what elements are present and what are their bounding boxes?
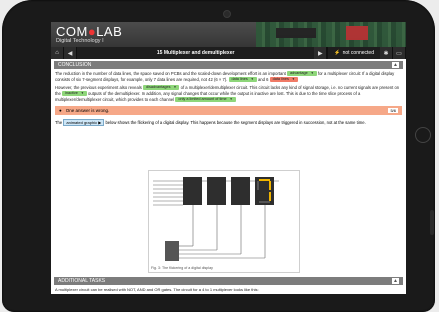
seven-segment-4 bbox=[255, 177, 274, 205]
app-screen: COM●LAB Digital Technology I ⌂ ◀ 15 Mult… bbox=[51, 22, 406, 294]
figure-caption: Fig. 3: The flickering of a digital disp… bbox=[151, 266, 213, 270]
connection-status[interactable]: ⚡ not connected bbox=[327, 47, 380, 59]
additional-tasks-text: A multiplexer circuit can be realised wi… bbox=[55, 287, 259, 292]
camera-icon bbox=[223, 10, 231, 18]
side-button[interactable] bbox=[430, 210, 434, 235]
chevron-down-icon: ▼ bbox=[250, 77, 254, 82]
settings-icon[interactable]: ✱ bbox=[380, 47, 393, 59]
app-logo: COM●LAB bbox=[56, 24, 123, 39]
folder-icon[interactable]: ▭ bbox=[393, 47, 406, 59]
figure-digital-display: Fig. 3: The flickering of a digital disp… bbox=[148, 170, 300, 273]
nav-bar: ⌂ ◀ 15 Multiplexer and demultiplexer ▶ ⚡… bbox=[51, 47, 406, 59]
dropdown-advantage[interactable]: advantage ▼ bbox=[287, 71, 317, 77]
paragraph: The reduction in the number of data line… bbox=[55, 71, 395, 83]
decoder-chip bbox=[165, 241, 179, 261]
dropdown-data-lines-1[interactable]: data lines ▼ bbox=[228, 77, 257, 83]
chevron-down-icon: ▼ bbox=[173, 85, 177, 90]
additional-tasks-header[interactable]: ADDITIONAL TASKS ▲ bbox=[54, 277, 403, 285]
chevron-down-icon: ▼ bbox=[229, 97, 233, 102]
warning-icon: ● bbox=[59, 108, 62, 113]
dropdown-disadvantages[interactable]: disadvantages ▼ bbox=[143, 85, 180, 91]
feedback-banner: ● One answer is wrong. 5/6 bbox=[55, 106, 402, 115]
back-icon[interactable]: ◀ bbox=[64, 47, 77, 59]
dropdown-limited-time[interactable]: only a limited amount of time ▼ bbox=[175, 97, 236, 103]
seven-segment-1 bbox=[183, 177, 202, 205]
app-subtitle: Digital Technology I bbox=[56, 38, 104, 44]
chevron-down-icon: ▼ bbox=[80, 91, 84, 96]
conclusion-header[interactable]: CONCLUSION ▲ bbox=[54, 61, 403, 69]
collapse-icon[interactable]: ▲ bbox=[392, 62, 399, 68]
chevron-down-icon: ▼ bbox=[310, 71, 314, 76]
answer-count: 5/6 bbox=[388, 108, 398, 113]
plug-icon: ⚡ bbox=[334, 50, 341, 56]
seven-segment-3 bbox=[231, 177, 250, 205]
dropdown-data-lines-2[interactable]: data lines ▼ bbox=[269, 77, 298, 83]
animation-text: The animated graphic ▶ below shows the f… bbox=[55, 119, 366, 126]
tablet-frame: COM●LAB Digital Technology I ⌂ ◀ 15 Mult… bbox=[2, 0, 435, 312]
paragraph: However, the previous experiment also re… bbox=[55, 85, 400, 103]
home-button[interactable] bbox=[415, 127, 431, 143]
brand-header: COM●LAB Digital Technology I bbox=[51, 22, 406, 47]
pcb-banner-image bbox=[256, 22, 406, 47]
dropdown-inactive[interactable]: inactive ▼ bbox=[62, 91, 87, 97]
chevron-down-icon: ▼ bbox=[291, 77, 295, 82]
collapse-icon[interactable]: ▲ bbox=[392, 278, 399, 284]
animated-graphic-button[interactable]: animated graphic ▶ bbox=[63, 119, 105, 126]
home-icon[interactable]: ⌂ bbox=[51, 47, 64, 59]
conclusion-content: The reduction in the number of data line… bbox=[51, 69, 406, 103]
seven-segment-2 bbox=[207, 177, 226, 205]
page-title: 15 Multiplexer and demultiplexer bbox=[156, 50, 235, 56]
play-icon[interactable]: ▶ bbox=[314, 47, 328, 59]
